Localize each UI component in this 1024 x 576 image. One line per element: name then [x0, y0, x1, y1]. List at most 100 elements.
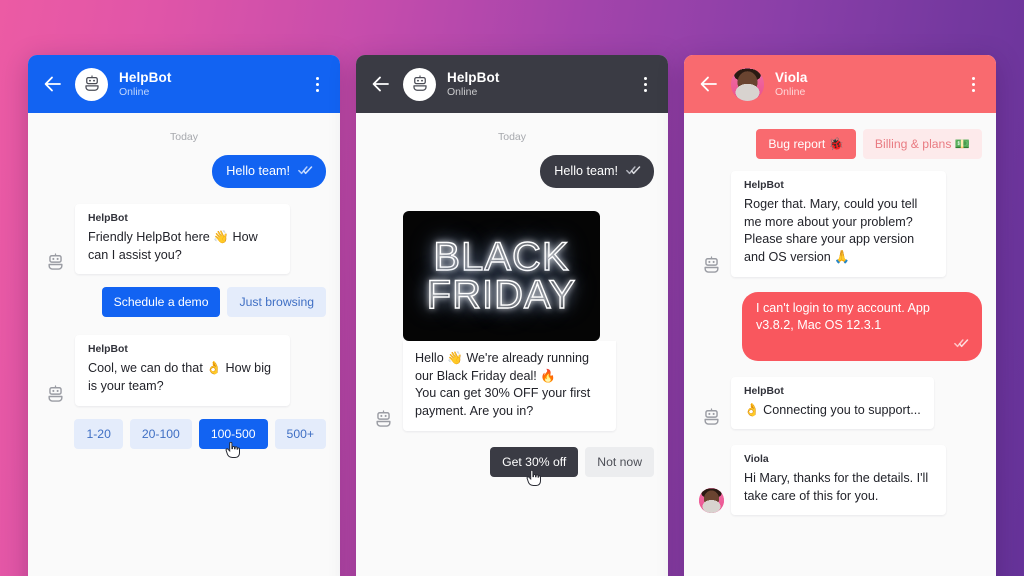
message-text: Cool, we can do that 👌 How big is your t…: [88, 361, 271, 393]
day-separator: Today: [497, 131, 527, 143]
quick-reply-just-browsing[interactable]: Just browsing: [227, 287, 326, 318]
message-row-incoming: Viola Hi Mary, thanks for the details. I…: [698, 445, 982, 516]
quick-reply-row: Get 30% off Not now: [370, 446, 654, 486]
day-separator: Today: [169, 131, 199, 143]
message-text: Friendly HelpBot here 👋 How can I assist…: [88, 230, 258, 262]
quick-reply-label: Get 30% off: [502, 454, 567, 469]
message-bubble-incoming: Hello 👋 We're already running our Black …: [403, 341, 616, 431]
quick-reply-schedule-demo[interactable]: Schedule a demo: [101, 287, 221, 318]
quick-reply-label: 100-500: [210, 426, 256, 441]
chat-panel-blue: HelpBot Online Today Hello team! HelpBot…: [28, 55, 340, 576]
back-arrow-icon[interactable]: [698, 73, 720, 95]
message-row-incoming: Hello 👋 We're already running our Black …: [370, 341, 654, 431]
message-bubble-outgoing: I can't login to my account. App v3.8.2,…: [742, 291, 982, 361]
contact-name: Viola: [775, 69, 808, 85]
message-text: Roger that. Mary, could you tell me more…: [744, 197, 918, 264]
message-bubble-outgoing: Hello team!: [212, 155, 326, 188]
mouse-cursor-icon: [526, 469, 542, 488]
message-author: HelpBot: [744, 180, 784, 191]
quick-reply-row: Schedule a demo Just browsing: [42, 287, 326, 318]
kebab-menu-icon[interactable]: [636, 73, 654, 95]
agent-photo-avatar: [698, 488, 724, 514]
message-text: I can't login to my account. App v3.8.2,…: [756, 300, 930, 332]
bot-avatar-slot: [698, 255, 724, 277]
banner-line-2: FRIDAY: [426, 273, 577, 317]
message-bubble-incoming: Viola Hi Mary, thanks for the details. I…: [731, 445, 946, 516]
message-author: HelpBot: [88, 344, 128, 356]
conversation-body: Bug report 🐞 Billing & plans 💵 HelpBot R…: [684, 113, 996, 576]
avatar-photo: [731, 67, 764, 101]
message-row-incoming: HelpBot Cool, we can do that 👌 How big i…: [42, 335, 326, 406]
message-bubble-incoming: HelpBot 👌 Connecting you to support...: [731, 376, 934, 430]
message-text: 👌 Connecting you to support...: [744, 402, 921, 417]
robot-avatar-icon: [703, 408, 719, 425]
message-author: HelpBot: [88, 213, 128, 224]
quick-reply-get-30-off[interactable]: Get 30% off: [490, 446, 579, 486]
message-bubble-incoming: HelpBot Cool, we can do that 👌 How big i…: [75, 335, 290, 406]
quick-reply-bug-report[interactable]: Bug report 🐞: [756, 129, 856, 159]
bot-avatar-slot: [698, 408, 724, 429]
double-check-icon: [298, 163, 313, 180]
message-text: Hi Mary, thanks for the details. I'll ta…: [744, 471, 929, 503]
quick-reply-billing-plans[interactable]: Billing & plans 💵: [862, 129, 982, 159]
message-row-outgoing: I can't login to my account. App v3.8.2,…: [698, 291, 982, 361]
banner-line-1: BLACK: [433, 234, 570, 279]
header-identity: Viola Online: [775, 70, 953, 99]
quick-reply-500-plus[interactable]: 500+: [274, 418, 326, 449]
robot-avatar-icon: [375, 409, 391, 427]
message-author: Viola: [744, 454, 769, 466]
robot-avatar-icon: [47, 253, 63, 271]
avatar-photo: [698, 488, 724, 514]
robot-avatar-icon: [47, 384, 63, 402]
bot-avatar-slot: [42, 384, 68, 406]
banner-message-block: BLACK FRIDAY Hello 👋 We're already runni…: [370, 211, 654, 434]
header-identity: HelpBot Online: [447, 70, 625, 99]
contact-status: Online: [119, 86, 150, 99]
quick-reply-row: Bug report 🐞 Billing & plans 💵: [698, 129, 982, 159]
agent-avatar-slot: [698, 488, 724, 515]
message-bubble-incoming: HelpBot Friendly HelpBot here 👋 How can …: [75, 204, 290, 275]
back-arrow-icon[interactable]: [370, 73, 392, 95]
quick-reply-1-20[interactable]: 1-20: [74, 418, 123, 449]
agent-photo-avatar: [731, 67, 764, 101]
chat-panel-dark: HelpBot Online Today Hello team! BLACK F…: [356, 55, 668, 576]
message-bubble-outgoing: Hello team!: [540, 155, 654, 188]
double-check-icon: [626, 163, 641, 180]
kebab-menu-icon[interactable]: [964, 73, 982, 95]
chat-header: HelpBot Online: [28, 55, 340, 113]
message-text: Hello 👋 We're already running our Black …: [415, 351, 591, 418]
message-row-incoming: HelpBot Roger that. Mary, could you tell…: [698, 171, 982, 277]
conversation-body: Today Hello team! HelpBot Friendly HelpB…: [28, 113, 340, 576]
contact-status: Online: [447, 86, 478, 99]
message-author: HelpBot: [744, 385, 784, 397]
contact-name: HelpBot: [119, 69, 172, 85]
quick-reply-row: 1-20 20-100 100-500 500+: [42, 418, 326, 458]
robot-avatar-icon: [403, 67, 436, 101]
message-text: Hello team!: [226, 164, 290, 178]
quick-reply-20-100[interactable]: 20-100: [129, 418, 192, 449]
message-text: Hello team!: [554, 164, 618, 178]
contact-status: Online: [775, 86, 806, 99]
contact-name: HelpBot: [447, 69, 500, 85]
robot-avatar-icon: [703, 255, 719, 273]
robot-avatar-icon: [75, 67, 108, 101]
quick-reply-100-500[interactable]: 100-500: [198, 418, 268, 458]
header-identity: HelpBot Online: [119, 70, 297, 99]
message-row-incoming: HelpBot 👌 Connecting you to support...: [698, 376, 982, 430]
chat-panel-coral: Viola Online Bug report 🐞 Billing & plan…: [684, 55, 996, 576]
bot-avatar-slot: [370, 409, 396, 431]
conversation-body: Today Hello team! BLACK FRIDAY Hello 👋 W…: [356, 113, 668, 576]
black-friday-neon-banner: BLACK FRIDAY: [403, 211, 600, 341]
message-row-outgoing: Hello team!: [42, 155, 326, 188]
double-check-icon: [954, 336, 969, 353]
panels-stage: HelpBot Online Today Hello team! HelpBot…: [0, 0, 1024, 576]
kebab-menu-icon[interactable]: [308, 73, 326, 95]
back-arrow-icon[interactable]: [42, 73, 64, 95]
chat-header: Viola Online: [684, 55, 996, 113]
quick-reply-not-now[interactable]: Not now: [585, 446, 654, 477]
chat-header: HelpBot Online: [356, 55, 668, 113]
message-row-outgoing: Hello team!: [370, 155, 654, 188]
bot-avatar-slot: [42, 253, 68, 274]
message-bubble-incoming: HelpBot Roger that. Mary, could you tell…: [731, 171, 946, 277]
message-row-incoming: HelpBot Friendly HelpBot here 👋 How can …: [42, 204, 326, 275]
